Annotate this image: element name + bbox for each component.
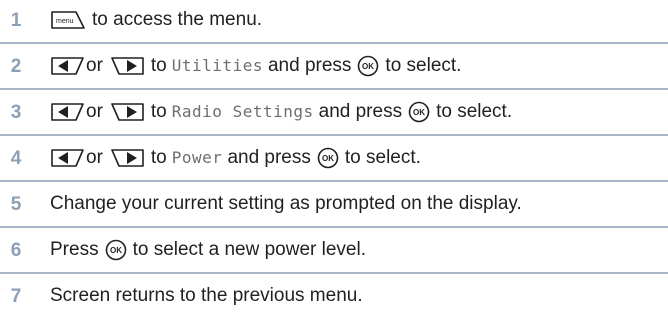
or-label: or — [86, 147, 103, 168]
menu-option-utilities: Utilities — [171, 56, 263, 75]
step-text: or to Utilities and press OK to select. — [50, 55, 461, 77]
step-5: 5 Change your current setting as prompte… — [0, 182, 668, 226]
menu-key-icon: menu — [51, 11, 85, 29]
step-text: or to Radio Settings and press OK to sel… — [50, 101, 512, 123]
svg-text:OK: OK — [413, 108, 425, 117]
and-press-label: and press — [227, 147, 311, 168]
step-4: 4 or to Power and press OK to select. — [0, 136, 668, 180]
step-text: Press OK to select a new power level. — [50, 239, 366, 261]
step-number: 3 — [10, 102, 22, 123]
step-7: 7 Screen returns to the previous menu. — [0, 274, 668, 318]
step-number: 7 — [10, 286, 22, 307]
to-select-label: to select. — [344, 147, 421, 168]
step-5-text: Change your current setting as prompted … — [50, 193, 522, 214]
menu-option-radio-settings: Radio Settings — [171, 102, 314, 121]
left-arrow-key-icon — [51, 57, 84, 75]
right-arrow-key-icon — [111, 103, 144, 121]
step-6-text: to select a new power level. — [132, 239, 366, 260]
ok-button-icon: OK — [317, 147, 339, 169]
ok-button-icon: OK — [358, 55, 379, 77]
or-label: or — [86, 55, 103, 76]
and-press-label: and press — [267, 55, 352, 76]
to-select-label: to select. — [385, 55, 462, 76]
step-6: 6 Press OK to select a new power level. — [0, 228, 668, 272]
to-label: to — [150, 147, 167, 168]
step-number: 6 — [10, 240, 22, 261]
step-1-text: to access the menu. — [92, 9, 263, 30]
step-text: or to Power and press OK to select. — [50, 147, 421, 169]
svg-text:OK: OK — [110, 246, 122, 255]
svg-text:OK: OK — [322, 154, 334, 163]
right-arrow-key-icon — [111, 57, 144, 75]
svg-text:OK: OK — [362, 62, 374, 71]
step-number: 2 — [10, 56, 22, 77]
step-3: 3 or to Radio Settings and press OK to s… — [0, 90, 668, 134]
ok-button-icon: OK — [105, 239, 126, 261]
step-7-text: Screen returns to the previous menu. — [50, 285, 363, 306]
step-2: 2 or to Utilities and press OK to select… — [0, 44, 668, 88]
to-select-label: to select. — [436, 101, 513, 122]
step-1: 1 menu to access the menu. — [0, 0, 668, 44]
svg-text:menu: menu — [56, 18, 74, 25]
and-press-label: and press — [318, 101, 403, 122]
left-arrow-key-icon — [51, 149, 84, 167]
step-number: 4 — [10, 148, 22, 169]
step-text: menu to access the menu. — [50, 9, 262, 31]
step-number: 1 — [10, 10, 22, 31]
left-arrow-key-icon — [51, 103, 84, 121]
right-arrow-key-icon — [111, 149, 144, 167]
press-label: Press — [50, 239, 99, 260]
step-number: 5 — [10, 194, 22, 215]
menu-option-power: Power — [171, 148, 223, 167]
to-label: to — [150, 55, 167, 76]
or-label: or — [86, 101, 103, 122]
to-label: to — [150, 101, 167, 122]
ok-button-icon: OK — [408, 101, 430, 123]
